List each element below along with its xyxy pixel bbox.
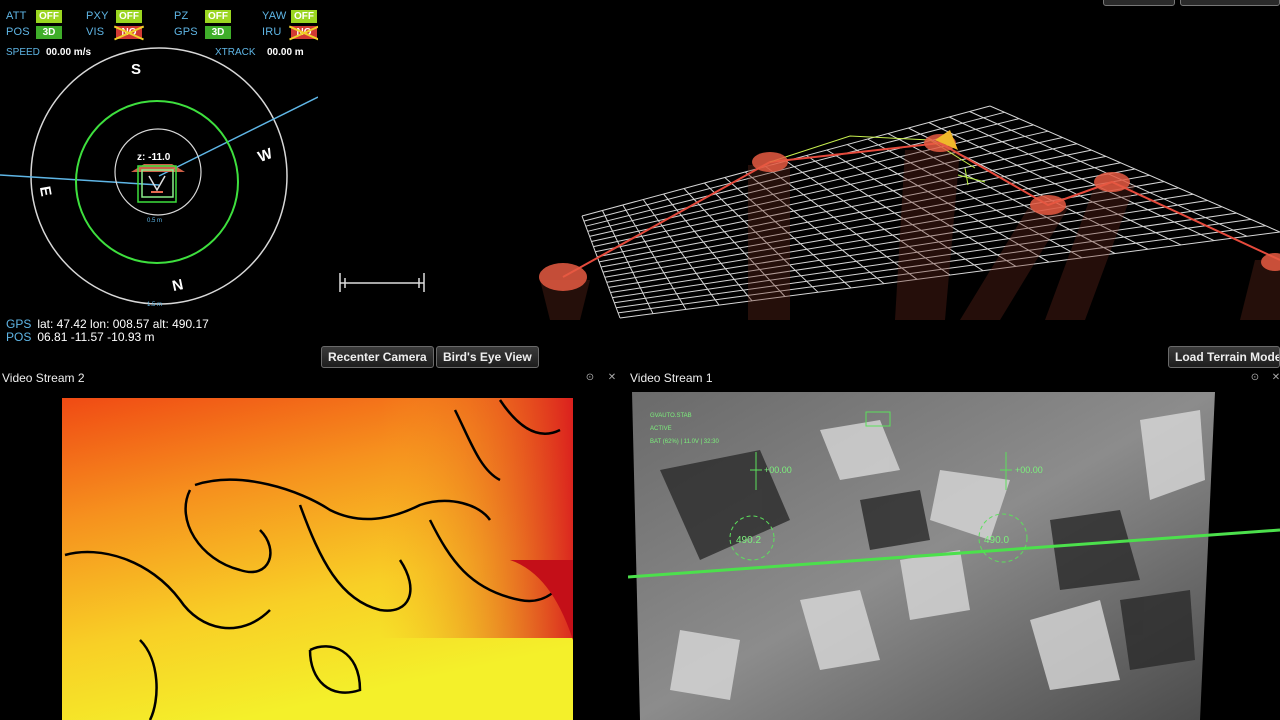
- heading-line-left: [0, 174, 160, 186]
- status-label-pos: POS: [6, 26, 30, 38]
- load-terrain-model-button[interactable]: Load Terrain Model: [1168, 346, 1280, 368]
- status-label-gps: GPS: [174, 26, 198, 38]
- z-readout: z: -11.0: [137, 152, 171, 163]
- video-stream-2: [0, 388, 625, 720]
- status-badge-yaw: OFF: [291, 10, 317, 23]
- status-badge-vis: NO: [116, 26, 142, 39]
- svg-text:490.0: 490.0: [984, 535, 1009, 546]
- svg-text:GVAUTO.STAB: GVAUTO.STAB: [650, 413, 692, 419]
- status-badge-gps: 3D: [205, 26, 231, 39]
- status-badge-pos: 3D: [36, 26, 62, 39]
- svg-text:+00.00: +00.00: [1015, 465, 1043, 475]
- compass-e: E: [36, 185, 54, 198]
- gps-value: lat: 47.42 lon: 008.57 alt: 490.17: [37, 317, 209, 331]
- birds-eye-view-button[interactable]: Bird's Eye View: [436, 346, 539, 368]
- stream2-close-icon[interactable]: ✕: [606, 372, 618, 384]
- top-button-1[interactable]: [1103, 0, 1175, 6]
- status-badge-att: OFF: [36, 10, 62, 23]
- svg-text:BAT (62%) | 11.0V | 32:30: BAT (62%) | 11.0V | 32:30: [650, 439, 719, 445]
- depth-image: [62, 398, 573, 720]
- pos-label: POS: [6, 330, 32, 344]
- pos-readout: POS 06.81 -11.57 -10.93 m: [6, 330, 155, 344]
- compass-n: N: [171, 276, 185, 295]
- outer-range-label: 1.5 m: [147, 302, 162, 308]
- camera-image: GVAUTO.STAB ACTIVE BAT (62%) | 11.0V | 3…: [628, 392, 1280, 720]
- stream2-float-icon[interactable]: ⊙: [584, 372, 596, 384]
- svg-text:+00.00: +00.00: [764, 465, 792, 475]
- status-badge-pxy: OFF: [116, 10, 142, 23]
- terrain-3d-view[interactable]: [320, 0, 1280, 345]
- gps-readout: GPS lat: 47.42 lon: 008.57 alt: 490.17: [6, 317, 209, 331]
- gps-label: GPS: [6, 317, 32, 331]
- scale-bar-icon: [339, 273, 425, 292]
- waypoint-columns: [540, 150, 1280, 320]
- status-label-pz: PZ: [174, 10, 189, 22]
- status-badge-pz: OFF: [205, 10, 231, 23]
- status-badge-iru: NO: [291, 26, 317, 39]
- view-toolbar: Recenter Camera Bird's Eye View Load Ter…: [0, 345, 1280, 369]
- status-label-pxy: PXY: [86, 10, 109, 22]
- status-label-att: ATT: [6, 10, 27, 22]
- hud-panel: ATT OFF POS 3D PXY OFF VIS NO PZ OFF GPS…: [0, 0, 318, 345]
- svg-text:ACTIVE: ACTIVE: [650, 426, 672, 432]
- terrain-scene: [339, 105, 1280, 320]
- svg-text:490.2: 490.2: [736, 535, 761, 546]
- compass-radar: S W E N z: -11.0 0.5 m 1.5 m: [0, 47, 318, 308]
- stream1-title: Video Stream 1: [628, 369, 1280, 388]
- compass-w: W: [256, 145, 276, 166]
- recenter-camera-button[interactable]: Recenter Camera: [321, 346, 434, 368]
- stream2-title: Video Stream 2: [0, 369, 625, 388]
- compass-s: S: [131, 61, 141, 78]
- inner-range-label: 0.5 m: [147, 218, 162, 224]
- stream1-float-icon[interactable]: ⊙: [1249, 372, 1261, 384]
- stream1-close-icon[interactable]: ✕: [1270, 372, 1280, 384]
- top-button-2[interactable]: [1180, 0, 1280, 6]
- status-label-iru: IRU: [262, 26, 282, 38]
- status-label-vis: VIS: [86, 26, 105, 38]
- status-label-yaw: YAW: [262, 10, 287, 22]
- pos-value: 06.81 -11.57 -10.93 m: [37, 330, 155, 344]
- video-stream-1: GVAUTO.STAB ACTIVE BAT (62%) | 11.0V | 3…: [628, 388, 1280, 720]
